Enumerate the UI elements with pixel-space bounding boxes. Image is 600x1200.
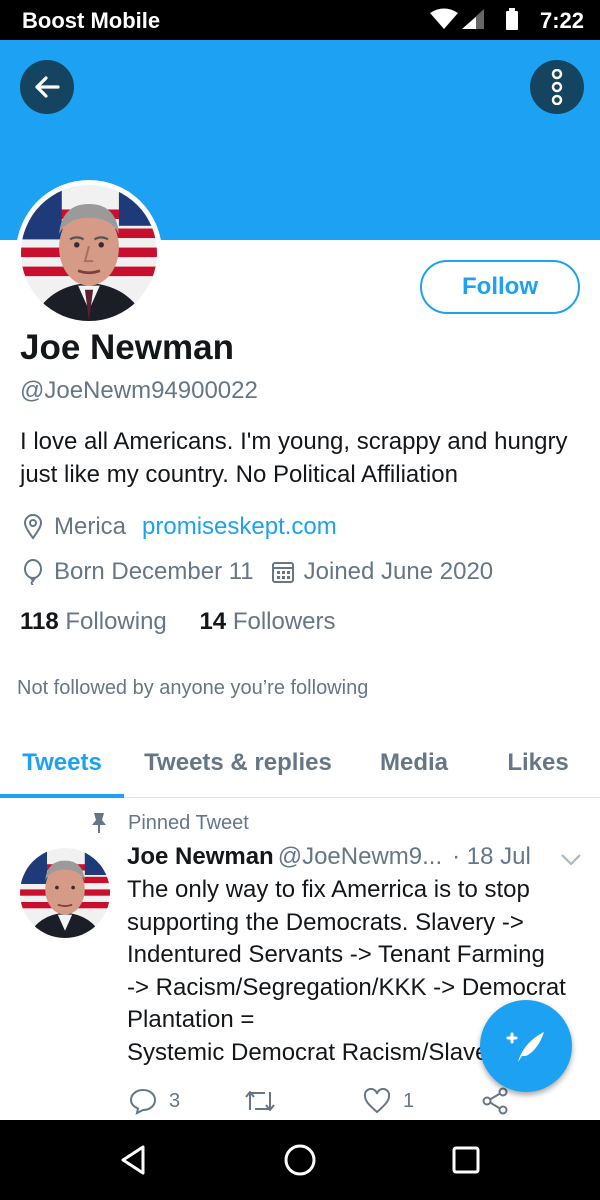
followers-link[interactable]: 14 Followers xyxy=(199,608,335,635)
nav-home-button[interactable] xyxy=(280,1140,320,1180)
following-count: 118 xyxy=(20,608,59,635)
profile-handle: @JoeNewm94900022 xyxy=(20,377,258,404)
nav-recents-button[interactable] xyxy=(446,1140,486,1180)
tweet-line: supporting the Democrats. Slavery -> xyxy=(127,908,524,936)
followers-count: 14 xyxy=(199,608,227,635)
calendar-icon xyxy=(271,562,294,583)
reply-icon xyxy=(129,1088,157,1115)
tweet-line: -> Racism/Segregation/KKK -> Democrat xyxy=(127,973,566,1001)
share-icon xyxy=(482,1087,508,1115)
back-triangle-icon xyxy=(121,1145,145,1175)
profile-display-name: Joe Newman xyxy=(20,328,234,367)
tab-likes[interactable]: Likes xyxy=(488,730,588,796)
more-options-button[interactable] xyxy=(530,60,584,114)
tweet-line: Indentured Servants -> Tenant Farming xyxy=(127,941,545,968)
like-button[interactable]: 1 xyxy=(363,1084,414,1118)
tweet-actions: 3 1 xyxy=(127,1084,547,1118)
signal-icon xyxy=(462,9,484,29)
wifi-icon xyxy=(430,8,458,29)
compose-tweet-icon xyxy=(506,1032,544,1062)
website-link[interactable]: promiseskept.com xyxy=(142,513,337,541)
profile-tabs: Tweets Tweets & replies Media Likes xyxy=(0,730,600,798)
battery-icon xyxy=(506,8,518,30)
reply-button[interactable]: 3 xyxy=(129,1084,180,1118)
tweet-menu-button[interactable] xyxy=(560,847,582,875)
status-bar: Boost Mobile 7:22 xyxy=(0,0,600,40)
status-icons xyxy=(428,8,528,37)
location-pin-icon xyxy=(23,514,43,540)
following-link[interactable]: 118 Following xyxy=(20,608,167,635)
nav-back-button[interactable] xyxy=(113,1140,153,1180)
share-button[interactable] xyxy=(481,1084,509,1118)
location-row: Merica promiseskept.com xyxy=(20,512,337,542)
system-navigation-bar xyxy=(0,1120,600,1200)
pin-icon xyxy=(92,813,106,833)
followers-label: Followers xyxy=(232,608,336,635)
clock: 7:22 xyxy=(539,8,584,33)
profile-avatar[interactable] xyxy=(16,180,162,326)
tweet-author-name[interactable]: Joe Newman xyxy=(127,843,274,870)
like-count: 1 xyxy=(403,1089,415,1112)
tab-media[interactable]: Media xyxy=(362,730,466,796)
tweet-author-handle: @JoeNewm9... xyxy=(277,843,443,870)
home-circle-icon xyxy=(284,1144,316,1176)
carrier-name: Boost Mobile xyxy=(22,8,161,33)
follow-counts: 118 Following 14 Followers xyxy=(20,608,336,636)
not-followed-note: Not followed by anyone you’re following xyxy=(17,677,369,699)
retweet-icon xyxy=(245,1091,275,1111)
birth-join-row: Born December 11 Joined June 2020 xyxy=(20,557,493,587)
following-label: Following xyxy=(65,608,167,635)
back-arrow-icon xyxy=(35,76,60,98)
chevron-down-icon xyxy=(561,854,581,866)
joined-text: Joined June 2020 xyxy=(303,558,494,585)
tweet-avatar[interactable] xyxy=(20,848,110,938)
tweet-date: · 18 Jul xyxy=(452,843,531,870)
location-text: Merica xyxy=(54,513,127,540)
tab-tweets[interactable]: Tweets xyxy=(0,730,124,798)
follow-button[interactable]: Follow xyxy=(420,260,580,314)
compose-tweet-button[interactable] xyxy=(480,1000,572,1092)
profile-photo xyxy=(21,185,157,321)
heart-icon xyxy=(363,1088,391,1114)
born-text: Born December 11 xyxy=(54,558,254,585)
pinned-indicator: Pinned Tweet xyxy=(88,810,249,836)
back-button[interactable] xyxy=(20,60,74,114)
tweet-header: Joe Newman @JoeNewm9... · 18 Jul xyxy=(127,843,582,873)
balloon-icon xyxy=(24,559,42,585)
recents-square-icon xyxy=(452,1146,480,1174)
tweet-line: The only way to fix Amerrica is to stop xyxy=(127,876,530,903)
profile-bio: I love all Americans. I'm young, scrappy… xyxy=(20,428,568,488)
tab-tweets-replies[interactable]: Tweets & replies xyxy=(132,730,344,796)
retweet-button[interactable] xyxy=(243,1084,289,1118)
reply-count: 3 xyxy=(169,1089,181,1112)
pinned-label: Pinned Tweet xyxy=(128,811,249,834)
more-vertical-icon xyxy=(551,69,563,105)
